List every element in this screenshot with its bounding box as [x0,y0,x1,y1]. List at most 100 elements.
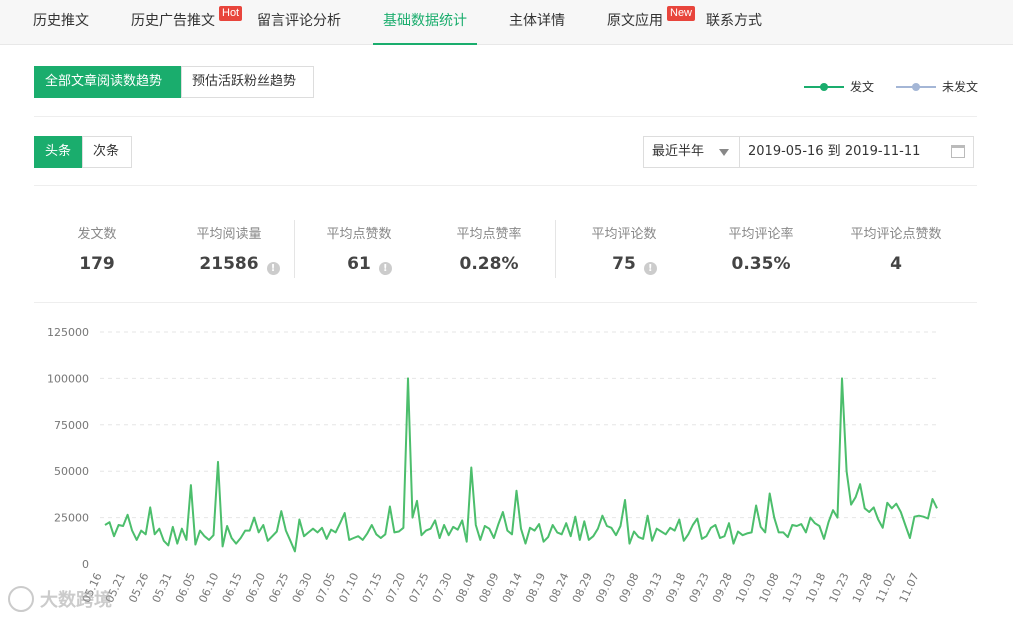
x-tick-label: 07.25 [406,571,431,605]
legend-item-not-posted[interactable]: 未发文 [896,78,978,95]
help-icon[interactable]: ! [266,262,280,275]
stat-value: 21586 [199,254,259,274]
x-tick-label: 11.07 [897,571,922,605]
stat-value: 75 [612,254,636,274]
help-icon[interactable]: ! [378,262,392,275]
legend-label: 发文 [850,80,875,94]
period-select[interactable]: 最近半年 [643,136,740,168]
stat-value: 0.35% [731,254,791,274]
x-tick-label: 06.10 [196,571,221,605]
stat-label: 平均阅读量 [196,227,262,242]
tab-label: 历史推文 [33,13,89,29]
legend-marker-icon [896,82,936,91]
divider [34,302,977,303]
tab-label: 历史广告推文 [131,13,215,29]
x-tick-label: 09.18 [663,571,688,605]
tab-history-posts[interactable]: 历史推文 [33,0,89,45]
stat-label: 平均评论数 [591,227,657,242]
stat-post-count: 发文数 179 [32,223,162,274]
y-tick-label: 75000 [54,419,89,432]
date-range-value: 2019-05-16 到 2019-11-11 [748,144,921,159]
tab-label: 基础数据统计 [383,13,467,29]
stat-avg-comments: 平均评论数 75 ! [559,223,689,275]
watermark: 大数跨境 [8,586,112,612]
stat-separator [555,220,556,278]
x-tick-label: 08.14 [500,571,525,605]
all-reads-trend-button[interactable]: 全部文章阅读数趋势 [34,66,182,98]
watermark-logo-icon [8,586,34,612]
stat-avg-comment-likes: 平均评论点赞数 4 [830,223,962,274]
tab-contact[interactable]: 联系方式 [706,0,762,45]
y-tick-label: 25000 [54,512,89,525]
x-tick-label: 06.20 [243,571,268,605]
x-tick-label: 07.10 [336,571,361,605]
x-tick-label: 09.13 [640,571,665,605]
x-tick-label: 10.08 [757,571,782,605]
stat-label: 平均评论点赞数 [850,227,942,242]
y-tick-label: 100000 [47,372,89,385]
x-tick-label: 10.13 [780,571,805,605]
period-select-value: 最近半年 [652,144,705,159]
tab-original-app[interactable]: 原文应用 [607,0,663,45]
tab-entity-details[interactable]: 主体详情 [509,0,565,45]
x-tick-label: 06.15 [220,571,245,605]
stat-like-rate: 平均点赞率 0.28% [424,223,554,274]
y-tick-label: 125000 [47,326,89,339]
stat-value: 0.28% [459,254,519,274]
y-tick-label: 0 [82,558,89,571]
x-tick-label: 05.26 [126,571,151,605]
stat-label: 发文数 [77,227,117,242]
legend-marker-icon [804,82,844,91]
stat-comment-rate: 平均评论率 0.35% [696,223,826,274]
stat-avg-reads: 平均阅读量 21586 ! [164,223,294,275]
stat-label: 平均点赞率 [456,227,522,242]
tab-basic-stats[interactable]: 基础数据统计 [383,0,467,45]
x-tick-label: 08.29 [570,571,595,605]
tab-label: 主体详情 [509,13,565,29]
legend-label: 未发文 [942,80,979,94]
new-badge: New [667,6,696,21]
x-tick-label: 06.05 [173,571,198,605]
watermark-text: 大数跨境 [40,590,112,611]
x-tick-label: 11.02 [873,571,898,605]
x-tick-label: 06.25 [266,571,291,605]
x-tick-label: 09.03 [593,571,618,605]
stat-value: 61 [347,254,371,274]
headline-tab[interactable]: 头条 [34,136,83,168]
series-line [104,377,938,553]
date-range-input[interactable]: 2019-05-16 到 2019-11-11 [739,136,974,168]
top-nav: 历史推文 历史广告推文 Hot 留言评论分析 基础数据统计 主体详情 原文应用 … [0,0,1013,45]
x-tick-label: 08.24 [546,571,571,605]
x-tick-label: 09.08 [617,571,642,605]
legend-item-posted[interactable]: 发文 [804,78,874,95]
active-fans-trend-button[interactable]: 预估活跃粉丝趋势 [181,66,314,98]
x-tick-label: 06.30 [290,571,315,605]
tab-history-ad-posts[interactable]: 历史广告推文 [131,0,215,45]
x-tick-label: 07.05 [313,571,338,605]
x-tick-label: 08.04 [453,571,478,605]
calendar-icon [951,145,965,158]
caret-down-icon [719,149,729,156]
divider [34,185,977,186]
stat-label: 平均评论率 [728,227,794,242]
x-tick-label: 09.23 [687,571,712,605]
tab-label: 留言评论分析 [257,13,341,29]
stat-avg-likes: 平均点赞数 61 ! [294,223,424,275]
stat-label: 平均点赞数 [326,227,392,242]
help-icon[interactable]: ! [643,262,657,275]
secondary-tab[interactable]: 次条 [82,136,132,168]
tab-comment-analysis[interactable]: 留言评论分析 [257,0,341,45]
x-tick-label: 10.23 [827,571,852,605]
x-tick-label: 07.30 [430,571,455,605]
reads-trend-chart[interactable]: 025000500007500010000012500005.1605.2105… [0,310,1013,618]
x-tick-label: 10.03 [733,571,758,605]
x-tick-label: 09.28 [710,571,735,605]
x-tick-label: 10.28 [850,571,875,605]
x-tick-label: 08.09 [476,571,501,605]
divider [34,116,977,117]
x-tick-label: 05.31 [150,571,175,605]
active-tab-indicator [373,43,477,45]
x-tick-label: 08.19 [523,571,548,605]
y-tick-label: 50000 [54,465,89,478]
stat-value: 179 [79,254,115,274]
